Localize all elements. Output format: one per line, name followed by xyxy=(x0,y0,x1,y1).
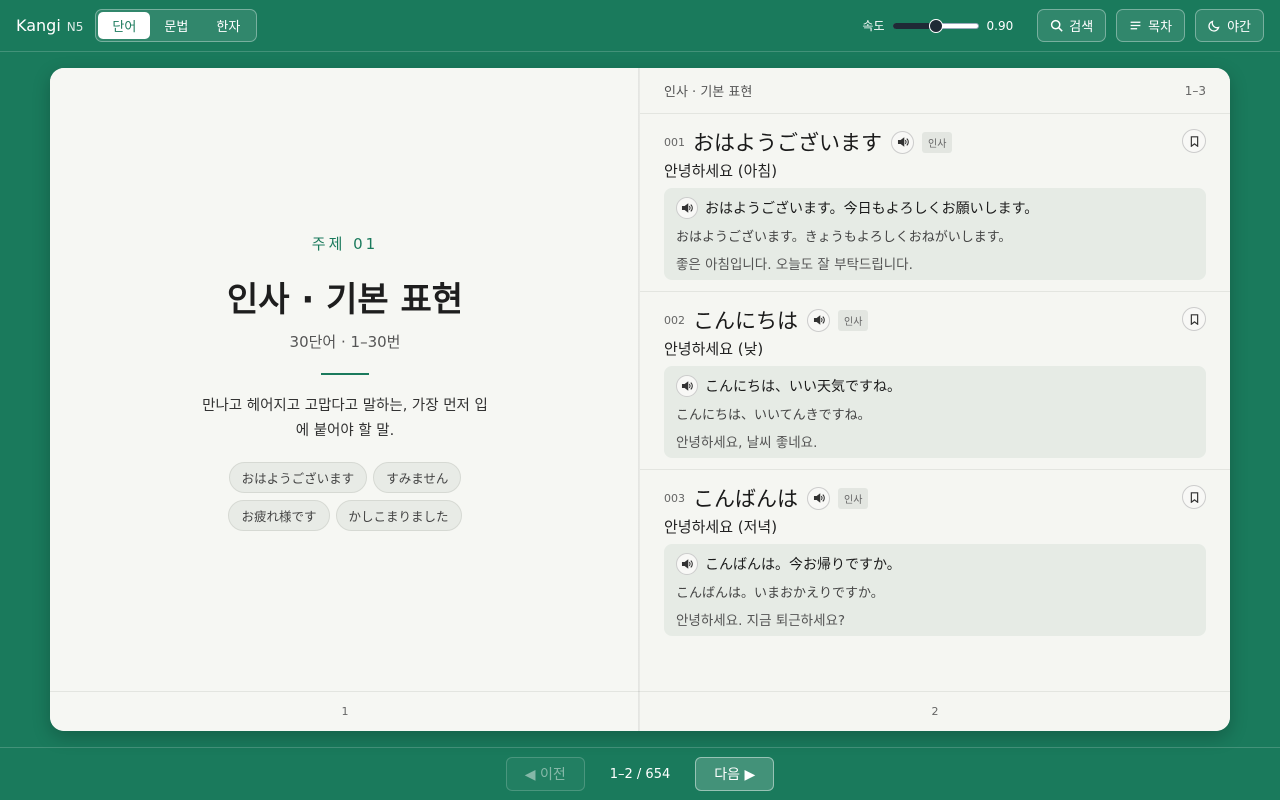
toc-button-label: 목차 xyxy=(1148,20,1173,35)
speaker-icon xyxy=(681,381,693,391)
entry-meaning: 안녕하세요 (저녁) xyxy=(664,518,778,536)
bookmark-button[interactable] xyxy=(1182,485,1206,509)
speaker-icon xyxy=(681,203,693,213)
bottom-nav: ◀ 이전 1–2 / 654 다음 ▶ xyxy=(0,747,1280,800)
speed-control: 속도 0.90 xyxy=(862,17,1013,34)
speed-slider[interactable] xyxy=(892,18,979,33)
chapter-title: 인사 · 기본 표현 xyxy=(226,280,464,320)
prev-page-button[interactable]: ◀ 이전 xyxy=(505,757,585,791)
entry-number: 002 xyxy=(664,313,685,327)
example-box: こんばんは。今お帰りですか。 こんばんは。いまおかえりですか。 안녕하세요. 지… xyxy=(664,544,1206,636)
chapter-description: 만나고 헤어지고 고맙다고 말하는, 가장 먼저 입에 붙어야 할 말. xyxy=(202,398,488,439)
next-page-button[interactable]: 다음 ▶ xyxy=(695,757,775,791)
example-japanese: こんばんは。今お帰りですか。 xyxy=(705,557,901,573)
app-name: Kangi xyxy=(16,16,61,35)
tab-words[interactable]: 단어 xyxy=(98,12,151,39)
moon-icon xyxy=(1208,20,1220,32)
category-tag: 인사 xyxy=(838,487,869,509)
chapter-cover: 주제 01 인사 · 기본 표현 30단어 · 1–30번 만나고 헤어지고 고… xyxy=(50,233,640,531)
entry-meaning: 안녕하세요 (아침) xyxy=(664,162,778,180)
category-tag: 인사 xyxy=(838,309,869,331)
search-button[interactable]: 검색 xyxy=(1037,9,1107,42)
play-example-audio-button[interactable] xyxy=(676,375,698,397)
bookmark-button[interactable] xyxy=(1182,129,1206,153)
list-icon xyxy=(1130,21,1141,30)
mode-tabs: 단어 문법 한자 xyxy=(95,9,258,42)
divider xyxy=(321,373,369,375)
example-japanese: おはようございます。今日もよろしくお願いします。 xyxy=(705,201,1039,217)
entry-number: 001 xyxy=(664,135,685,149)
speaker-icon xyxy=(813,493,825,503)
right-page-header: 인사 · 기본 표현 1–3 xyxy=(640,68,1230,114)
right-page-footer: 2 xyxy=(640,691,1230,731)
night-mode-button-label: 야간 xyxy=(1227,20,1251,35)
play-audio-button[interactable] xyxy=(807,486,830,510)
book: 주제 01 인사 · 기본 표현 30단어 · 1–30번 만나고 헤어지고 고… xyxy=(50,68,1230,731)
play-audio-button[interactable] xyxy=(891,130,914,154)
tab-grammar[interactable]: 문법 xyxy=(150,12,202,39)
entry-word: こんにちは xyxy=(693,309,798,333)
brand: Kangi N5 xyxy=(16,16,83,35)
example-reading: こんにちは、いいてんきですね。 xyxy=(676,408,871,423)
search-button-label: 검색 xyxy=(1069,20,1094,35)
chapter-subtitle: 30단어 · 1–30번 xyxy=(289,333,401,351)
entry-meaning: 안녕하세요 (낮) xyxy=(664,340,764,358)
play-example-audio-button[interactable] xyxy=(676,197,698,219)
night-mode-button[interactable]: 야간 xyxy=(1195,9,1264,42)
speaker-icon xyxy=(813,315,825,325)
example-box: こんにちは、いい天気ですね。 こんにちは、いいてんきですね。 안녕하세요, 날씨… xyxy=(664,366,1206,458)
tab-kanji[interactable]: 한자 xyxy=(202,12,254,39)
chip[interactable]: お疲れ様です xyxy=(228,500,330,531)
chip[interactable]: すみません xyxy=(373,462,462,493)
toc-button[interactable]: 목차 xyxy=(1116,9,1186,42)
vocab-entry: 001 おはようございます 인사 안녕하세요 (아침) おはようございます。今日… xyxy=(640,114,1230,292)
page-number: 2 xyxy=(931,705,939,718)
left-page: 주제 01 인사 · 기본 표현 30단어 · 1–30번 만나고 헤어지고 고… xyxy=(50,68,640,731)
left-page-footer: 1 xyxy=(50,691,640,731)
play-example-audio-button[interactable] xyxy=(676,553,698,575)
example-reading: おはようございます。きょうもよろしくおねがいします。 xyxy=(676,230,1012,245)
level-label: N5 xyxy=(66,20,84,34)
bookmark-icon xyxy=(1190,135,1198,147)
play-audio-button[interactable] xyxy=(807,308,830,332)
entry-word: おはようございます xyxy=(693,131,882,155)
entry-word: こんばんは xyxy=(693,487,798,511)
bookmark-icon xyxy=(1190,491,1198,503)
page-number: 1 xyxy=(341,705,349,718)
example-translation: 안녕하세요, 날씨 좋네요. xyxy=(676,435,818,451)
example-chips: おはようございます すみません お疲れ様です かしこまりました xyxy=(195,462,495,531)
section-title: 인사 · 기본 표현 xyxy=(664,85,753,100)
bookmark-button[interactable] xyxy=(1182,307,1206,331)
speed-value: 0.90 xyxy=(986,18,1014,33)
speed-label: 속도 xyxy=(862,19,885,33)
example-japanese: こんにちは、いい天気ですね。 xyxy=(705,379,901,395)
vocab-entry: 003 こんばんは 인사 안녕하세요 (저녁) こんばんは。今お帰りですか。 こ… xyxy=(640,470,1230,648)
top-bar: Kangi N5 단어 문법 한자 속도 0.90 검색 목차 야간 xyxy=(0,0,1280,52)
page-indicator: 1–2 / 654 xyxy=(609,766,671,782)
example-box: おはようございます。今日もよろしくお願いします。 おはようございます。きょうもよ… xyxy=(664,188,1206,280)
speaker-icon xyxy=(897,137,909,147)
entry-number: 003 xyxy=(664,491,685,505)
topic-label: 주제 01 xyxy=(311,235,379,253)
example-translation: 좋은 아침입니다. 오늘도 잘 부탁드립니다. xyxy=(676,257,913,273)
bookmark-icon xyxy=(1190,313,1198,325)
example-translation: 안녕하세요. 지금 퇴근하세요? xyxy=(676,613,846,629)
search-icon xyxy=(1051,19,1063,32)
chip[interactable]: おはようございます xyxy=(228,462,368,493)
chip[interactable]: かしこまりました xyxy=(335,500,462,531)
vocab-entry: 002 こんにちは 인사 안녕하세요 (낮) こんにちは、いい天気ですね。 こん… xyxy=(640,292,1230,470)
entry-range: 1–3 xyxy=(1184,83,1206,98)
example-reading: こんばんは。いまおかえりですか。 xyxy=(676,586,884,601)
right-page: 인사 · 기본 표현 1–3 001 おはようございます 인사 안녕하세요 (아… xyxy=(640,68,1230,731)
speaker-icon xyxy=(681,559,693,569)
category-tag: 인사 xyxy=(922,131,953,153)
speed-slider-thumb[interactable] xyxy=(928,18,943,33)
